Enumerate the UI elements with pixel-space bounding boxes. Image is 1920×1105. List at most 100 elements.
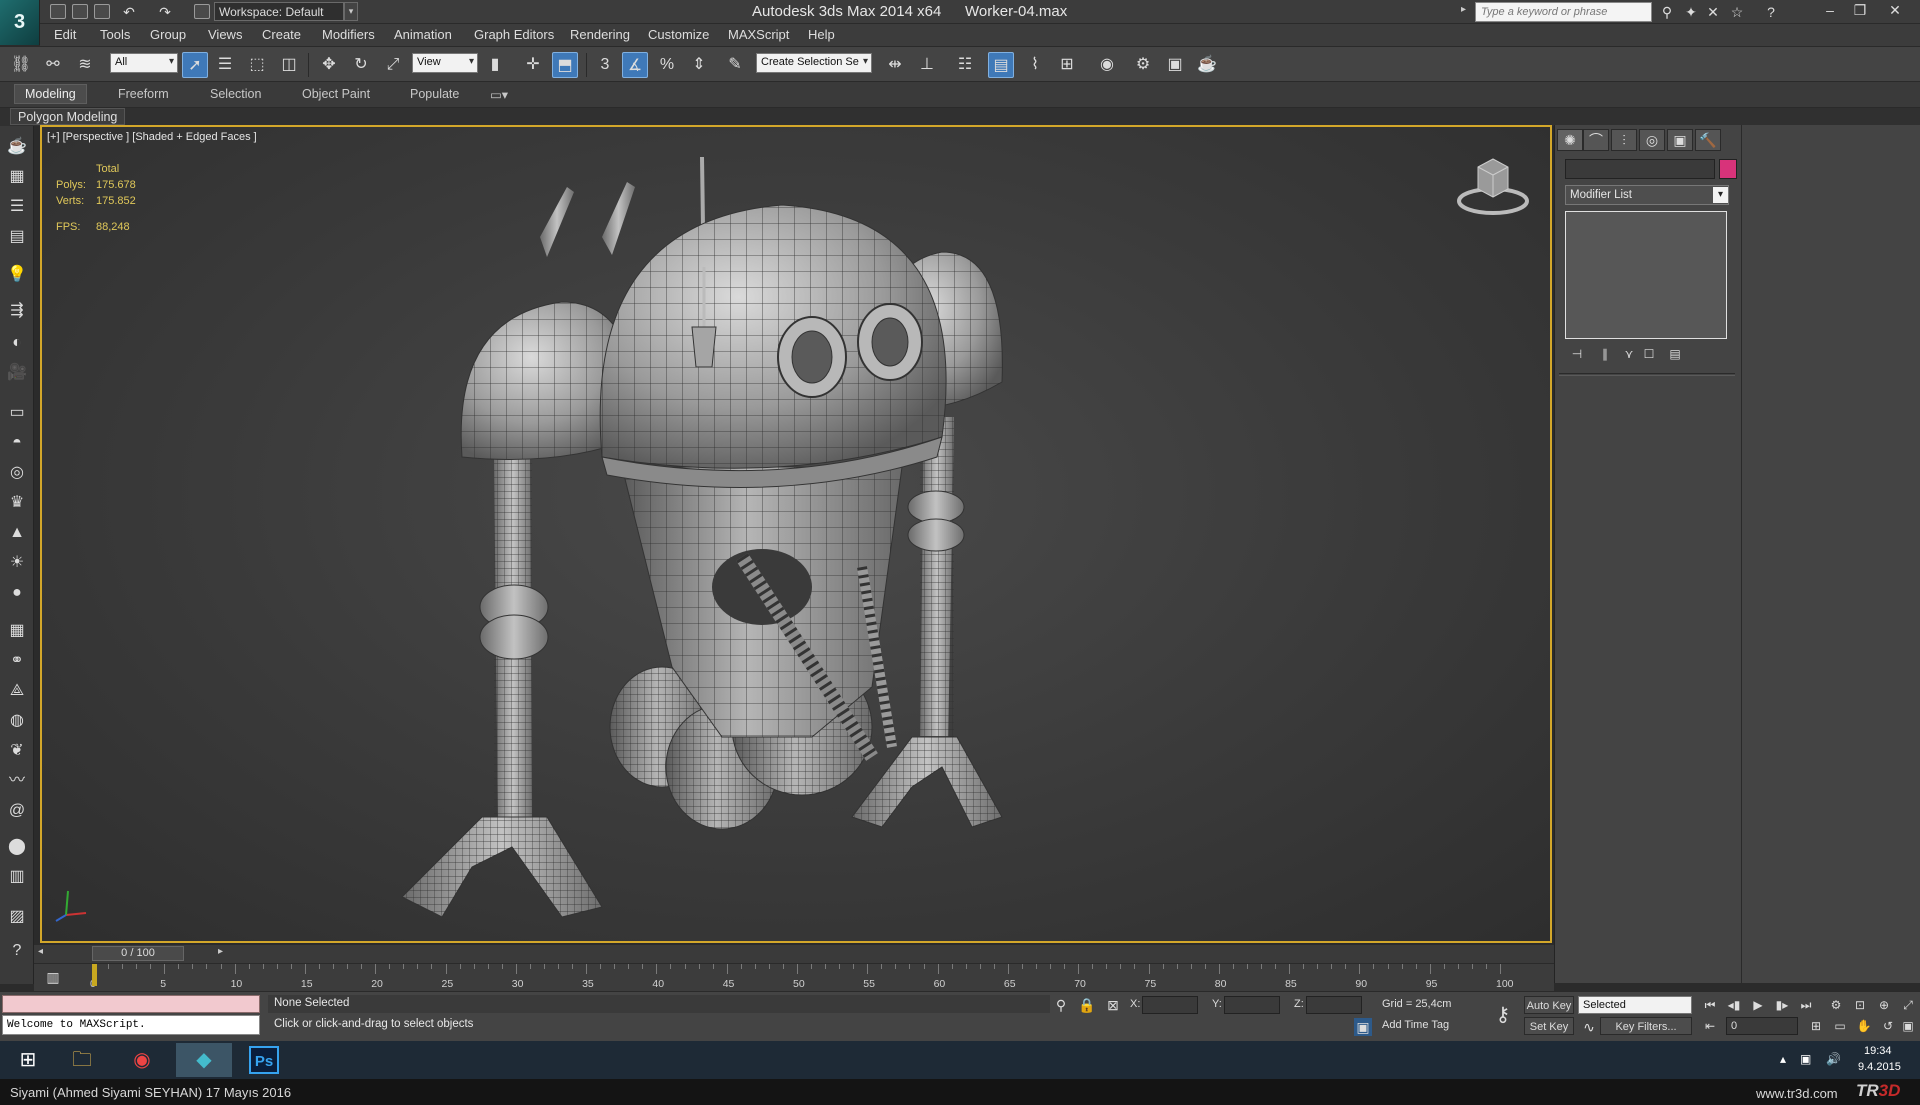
close-icon[interactable]: ✕ bbox=[1880, 0, 1910, 22]
edit-named-selection-icon[interactable]: ✎ bbox=[722, 52, 748, 78]
utilities-tab-icon[interactable]: 🔨 bbox=[1695, 129, 1721, 151]
tab-object-paint[interactable]: Object Paint bbox=[302, 87, 370, 101]
material-editor-icon[interactable]: ◉ bbox=[1094, 52, 1120, 78]
tab-modeling[interactable]: Modeling bbox=[14, 84, 87, 104]
render-setup-icon[interactable]: ⚙ bbox=[1130, 52, 1156, 78]
tab-freeform[interactable]: Freeform bbox=[118, 87, 169, 101]
menu-rendering[interactable]: Rendering bbox=[570, 27, 630, 42]
menu-modifiers[interactable]: Modifiers bbox=[322, 27, 375, 42]
zoom-icon[interactable]: ⊕ bbox=[1874, 996, 1894, 1014]
new-file-icon[interactable] bbox=[50, 4, 66, 19]
binoculars-icon[interactable]: ⚲ bbox=[1658, 3, 1676, 21]
sphere-icon[interactable]: ● bbox=[5, 582, 29, 604]
maximize-viewport-icon[interactable]: ⤢ bbox=[1898, 996, 1918, 1014]
key-icon[interactable]: ⚷ bbox=[1488, 1000, 1518, 1030]
z-coord-field[interactable] bbox=[1306, 996, 1362, 1014]
shell-icon[interactable]: @ bbox=[5, 800, 29, 822]
menu-tools[interactable]: Tools bbox=[100, 27, 130, 42]
track-ruler[interactable]: 0510152025303540455055606570758085909510… bbox=[90, 964, 1530, 992]
rectangular-selection-icon[interactable]: ⬚ bbox=[244, 52, 270, 78]
current-frame-field[interactable]: 0 bbox=[1726, 1017, 1798, 1035]
set-key-button[interactable]: Set Key bbox=[1524, 1017, 1574, 1035]
pan-icon[interactable]: ✋ bbox=[1854, 1017, 1874, 1035]
chrome-icon[interactable]: ◉ bbox=[114, 1043, 170, 1077]
favorites-icon[interactable]: ☆ bbox=[1728, 3, 1746, 21]
photoshop-icon[interactable]: Ps bbox=[236, 1043, 292, 1077]
teapot-icon[interactable]: ☕ bbox=[5, 136, 29, 158]
workspace-select[interactable]: Workspace: Default bbox=[214, 2, 344, 21]
percent-snap-icon[interactable]: % bbox=[654, 52, 680, 78]
notes-icon[interactable]: ☰ bbox=[5, 196, 29, 218]
display-tab-icon[interactable]: ▣ bbox=[1667, 129, 1693, 151]
tray-expand-icon[interactable]: ▴ bbox=[1780, 1052, 1786, 1066]
zoom-all-icon[interactable]: ⊞ bbox=[1806, 1017, 1826, 1035]
image-icon[interactable]: ▦ bbox=[5, 166, 29, 188]
track-bar[interactable]: ▥ 05101520253035404550556065707580859095… bbox=[34, 963, 1554, 991]
schematic-view-icon[interactable]: ⊞ bbox=[1054, 52, 1080, 78]
search-expand-icon[interactable]: ▸ bbox=[1461, 4, 1471, 20]
globe-icon[interactable]: ◍ bbox=[5, 710, 29, 732]
help-circle-icon[interactable]: ? bbox=[5, 940, 29, 962]
motion-tab-icon[interactable]: ◎ bbox=[1639, 129, 1665, 151]
menu-create[interactable]: Create bbox=[262, 27, 301, 42]
open-file-icon[interactable] bbox=[72, 4, 88, 19]
absolute-mode-icon[interactable]: ⊠ bbox=[1104, 996, 1122, 1014]
project-folder-icon[interactable] bbox=[194, 4, 210, 19]
lock-selection-icon[interactable]: 🔒 bbox=[1078, 996, 1096, 1014]
make-unique-icon[interactable]: ⋎ bbox=[1619, 345, 1639, 363]
ball-icon[interactable]: ⬤ bbox=[5, 836, 29, 858]
volume-icon[interactable]: 🔊 bbox=[1826, 1052, 1841, 1066]
orbit-icon[interactable]: ↺ bbox=[1878, 1017, 1898, 1035]
menu-animation[interactable]: Animation bbox=[394, 27, 452, 42]
spinner-snap-icon[interactable]: ⇕ bbox=[686, 52, 712, 78]
render-icon[interactable]: ◐ bbox=[5, 332, 29, 354]
grid-plane-icon[interactable]: ▦ bbox=[5, 620, 29, 642]
go-to-start-icon[interactable]: ⏮ bbox=[1700, 996, 1720, 1014]
current-frame-marker[interactable] bbox=[92, 964, 97, 986]
time-prev-icon[interactable]: ◂ bbox=[38, 946, 43, 957]
next-frame-icon[interactable]: ▮▸ bbox=[1772, 996, 1792, 1014]
maxscript-listener-output[interactable] bbox=[2, 995, 260, 1013]
biped-icon[interactable]: ⟁ bbox=[5, 680, 29, 702]
viewcube-icon[interactable] bbox=[1454, 149, 1532, 219]
align-icon[interactable]: ⊥ bbox=[914, 52, 940, 78]
minimize-icon[interactable]: – bbox=[1815, 0, 1845, 22]
key-mode-icon[interactable]: ⇤ bbox=[1700, 1017, 1720, 1035]
select-and-move-icon[interactable]: ✥ bbox=[316, 52, 342, 78]
viewport-label[interactable]: [+] [Perspective ] [Shaded + Edged Faces… bbox=[47, 131, 257, 143]
auto-key-button[interactable]: Auto Key bbox=[1524, 996, 1574, 1014]
select-object-icon[interactable]: ➚ bbox=[182, 52, 208, 78]
go-to-end-icon[interactable]: ⏭ bbox=[1796, 996, 1816, 1014]
restore-icon[interactable]: ❐ bbox=[1845, 0, 1875, 22]
crown-icon[interactable]: ♛ bbox=[5, 492, 29, 514]
tab-selection[interactable]: Selection bbox=[210, 87, 261, 101]
rendered-frame-window-icon[interactable]: ▣ bbox=[1162, 52, 1188, 78]
mini-curve-editor-icon[interactable]: ▥ bbox=[44, 968, 62, 986]
workspace-dropdown-icon[interactable]: ▾ bbox=[344, 2, 358, 21]
bind-to-space-warp-icon[interactable]: ≋ bbox=[72, 52, 98, 78]
tab-populate[interactable]: Populate bbox=[410, 87, 459, 101]
modify-tab-icon[interactable]: ⌒ bbox=[1583, 129, 1609, 151]
menu-customize[interactable]: Customize bbox=[648, 27, 709, 42]
angle-snap-icon[interactable]: ∡ bbox=[622, 52, 648, 78]
chart-icon[interactable]: ▥ bbox=[5, 866, 29, 888]
file-explorer-icon[interactable]: 🗀 bbox=[54, 1043, 110, 1077]
menu-maxscript[interactable]: MAXScript bbox=[728, 27, 789, 42]
sequence-icon[interactable]: ⇶ bbox=[5, 300, 29, 322]
select-manipulate-icon[interactable]: ✛ bbox=[520, 52, 546, 78]
key-selection-set-select[interactable]: Selected bbox=[1578, 996, 1692, 1014]
time-slider[interactable]: 0 / 100 bbox=[92, 946, 184, 961]
menu-group[interactable]: Group bbox=[150, 27, 186, 42]
x-coord-field[interactable] bbox=[1142, 996, 1198, 1014]
object-color-swatch[interactable] bbox=[1719, 159, 1737, 179]
render-production-icon[interactable]: ☕ bbox=[1194, 52, 1220, 78]
stack-icon[interactable]: ▨ bbox=[5, 906, 29, 928]
app-logo[interactable]: 3 bbox=[0, 0, 40, 45]
mirror-icon[interactable]: ⇹ bbox=[882, 52, 908, 78]
select-and-rotate-icon[interactable]: ↻ bbox=[348, 52, 374, 78]
field-of-view-icon[interactable]: ▭ bbox=[1830, 1017, 1850, 1035]
key-filters-button[interactable]: Key Filters... bbox=[1600, 1017, 1692, 1035]
selection-filter-select[interactable]: All bbox=[110, 53, 178, 73]
torus-icon[interactable]: ◎ bbox=[5, 462, 29, 484]
plant-icon[interactable]: ❦ bbox=[5, 740, 29, 762]
